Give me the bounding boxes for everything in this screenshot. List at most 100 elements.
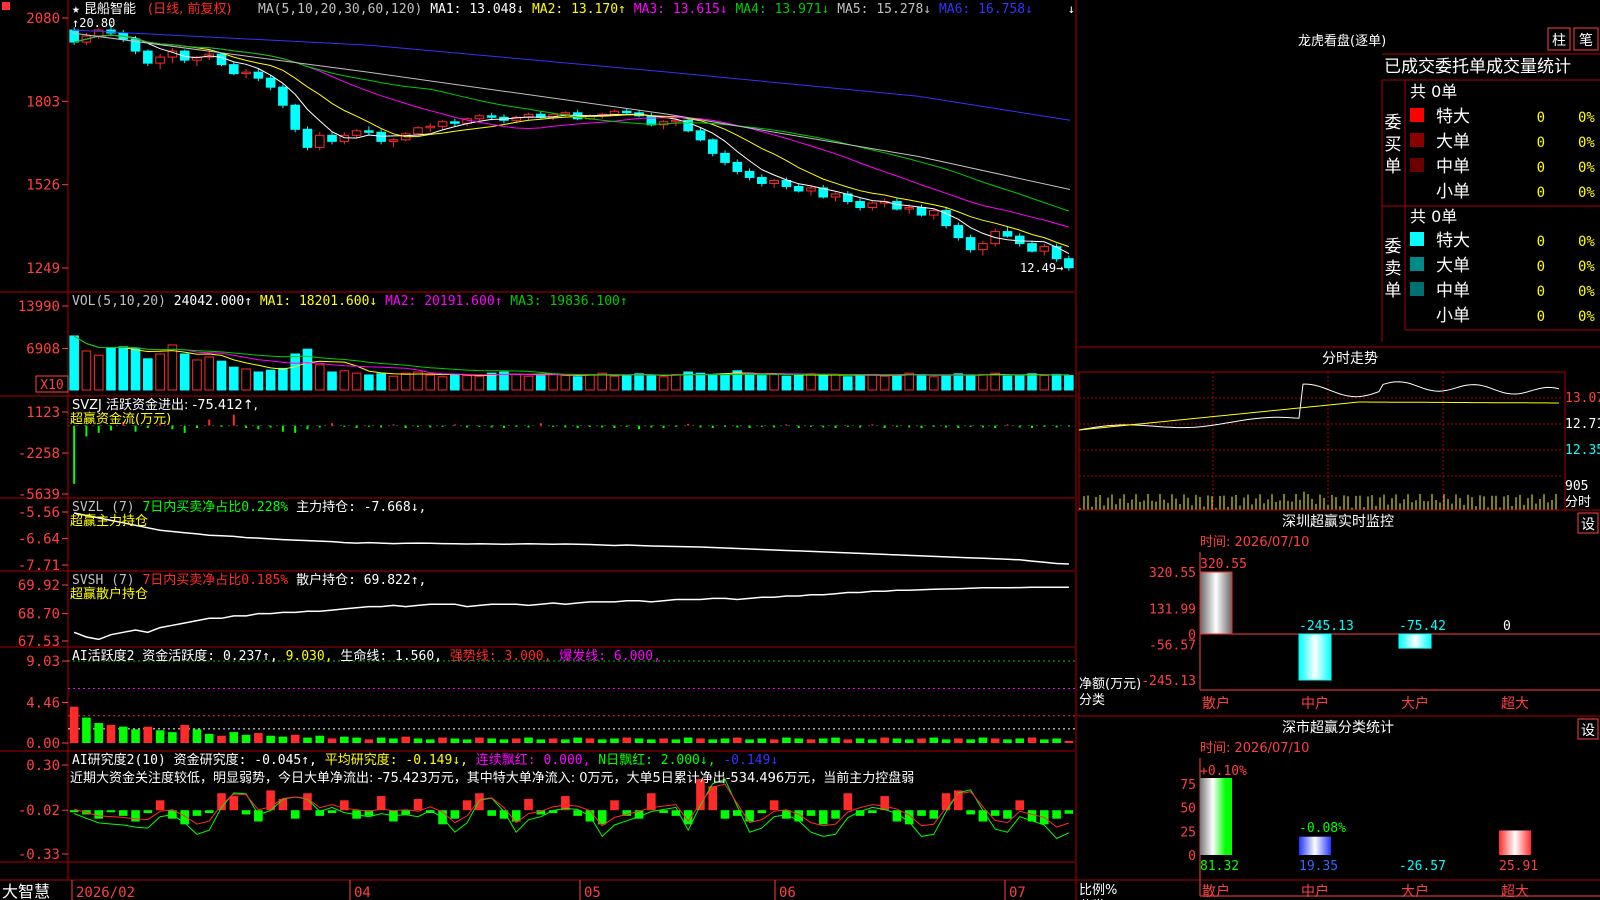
activity-bar[interactable] — [217, 735, 226, 743]
candle-body[interactable] — [364, 130, 374, 133]
research-bar[interactable] — [450, 810, 460, 819]
volume-bar[interactable] — [867, 373, 878, 391]
candle-body[interactable] — [155, 56, 165, 64]
activity-bar[interactable] — [917, 738, 926, 743]
volume-bar[interactable] — [290, 353, 300, 391]
volume-bar[interactable] — [228, 366, 239, 391]
activity-bar[interactable] — [511, 738, 521, 743]
monitor-bar[interactable] — [1298, 633, 1332, 681]
activity-bar[interactable] — [671, 739, 681, 743]
research-bar[interactable] — [180, 810, 189, 825]
activity-bar[interactable] — [524, 737, 533, 743]
research-bar[interactable] — [254, 810, 263, 822]
volume-bar[interactable] — [93, 354, 104, 391]
volume-bar[interactable] — [69, 335, 79, 391]
volume-bar[interactable] — [695, 372, 706, 391]
volume-bar[interactable] — [400, 372, 411, 391]
activity-bar[interactable] — [868, 739, 877, 743]
volume-bar[interactable] — [327, 371, 337, 391]
activity-bar[interactable] — [168, 732, 177, 743]
volume-bar[interactable] — [658, 376, 669, 391]
activity-bar[interactable] — [561, 739, 570, 743]
activity-bar[interactable] — [708, 739, 718, 743]
candle-body[interactable] — [793, 185, 804, 192]
candle-body[interactable] — [351, 130, 362, 136]
research-bar[interactable] — [610, 800, 619, 811]
candle-body[interactable] — [265, 77, 276, 88]
candle-body[interactable] — [720, 152, 730, 163]
volume-bar[interactable] — [278, 367, 288, 391]
candle-body[interactable] — [867, 202, 878, 209]
candle-body[interactable] — [928, 210, 939, 216]
activity-bar[interactable] — [1003, 739, 1012, 743]
research-bar[interactable] — [155, 800, 165, 811]
activity-bar[interactable] — [966, 739, 975, 743]
activity-bar[interactable] — [769, 739, 779, 743]
candle-body[interactable] — [621, 110, 632, 114]
activity-bar[interactable] — [941, 739, 951, 743]
candle-body[interactable] — [216, 53, 227, 66]
volume-bar[interactable] — [978, 373, 988, 391]
volume-bar[interactable] — [609, 375, 620, 391]
volume-bar[interactable] — [953, 373, 964, 391]
research-bar[interactable] — [192, 810, 202, 816]
candle-body[interactable] — [450, 121, 460, 124]
research-bar[interactable] — [290, 810, 300, 819]
research-bar[interactable] — [204, 810, 214, 814]
research-bar[interactable] — [229, 796, 239, 811]
research-bar[interactable] — [720, 810, 730, 819]
activity-bar[interactable] — [499, 739, 509, 743]
volume-bar[interactable] — [892, 374, 902, 391]
volume-bar[interactable] — [855, 375, 865, 391]
activity-bar[interactable] — [1027, 737, 1037, 743]
volume-bar[interactable] — [339, 370, 350, 391]
activity-bar[interactable] — [855, 738, 865, 743]
activity-bar[interactable] — [597, 739, 607, 743]
candle-body[interactable] — [474, 115, 485, 120]
volume-bar[interactable] — [990, 372, 1000, 391]
activity-bar[interactable] — [462, 739, 472, 743]
volume-bar[interactable] — [597, 372, 607, 391]
svsh-panel[interactable]: 69.92 68.70 67.53 SVSH (7) 7日内买卖净占比0.185% 散… — [18, 572, 1069, 650]
volume-bar[interactable] — [437, 376, 448, 391]
activity-bar[interactable] — [954, 738, 963, 743]
volume-bar[interactable] — [585, 373, 595, 391]
candle-body[interactable] — [290, 104, 300, 130]
activity-bar[interactable] — [69, 706, 79, 743]
candle-body[interactable] — [437, 121, 448, 127]
research-bar[interactable] — [966, 810, 975, 815]
activity-bar[interactable] — [610, 738, 619, 743]
volume-bar[interactable] — [671, 373, 681, 391]
activity-bar[interactable] — [818, 738, 828, 743]
candle-body[interactable] — [830, 193, 841, 198]
research-bar[interactable] — [769, 800, 779, 811]
activity-bar[interactable] — [929, 737, 939, 743]
activity-bar[interactable] — [413, 738, 423, 743]
volume-bar[interactable] — [118, 346, 129, 391]
holding-line[interactable] — [73, 512, 1069, 565]
activity-bar[interactable] — [450, 738, 460, 743]
research-bar[interactable] — [1052, 810, 1061, 819]
volume-bar[interactable] — [265, 369, 276, 391]
volume-bar[interactable] — [167, 344, 178, 391]
volume-bar[interactable] — [769, 373, 779, 391]
activity-bar[interactable] — [1040, 739, 1049, 743]
volume-bar[interactable] — [744, 372, 755, 391]
research-bar[interactable] — [843, 793, 853, 811]
candle-body[interactable] — [855, 201, 865, 209]
volume-bar[interactable] — [720, 373, 730, 391]
volume-bar[interactable] — [462, 375, 472, 391]
candle-body[interactable] — [671, 119, 681, 123]
research-bar[interactable] — [131, 810, 140, 822]
activity-bar[interactable] — [290, 734, 300, 743]
stats-bar[interactable] — [1299, 836, 1331, 855]
candle-body[interactable] — [609, 110, 620, 115]
candle-body[interactable] — [253, 71, 264, 79]
activity-bar[interactable] — [364, 739, 374, 743]
activity-bar[interactable] — [573, 737, 582, 743]
volume-bar[interactable] — [1014, 374, 1025, 391]
candle-body[interactable] — [965, 237, 976, 251]
candle-body[interactable] — [69, 29, 79, 43]
volume-bar[interactable] — [621, 374, 632, 391]
research-bar[interactable] — [401, 810, 411, 815]
